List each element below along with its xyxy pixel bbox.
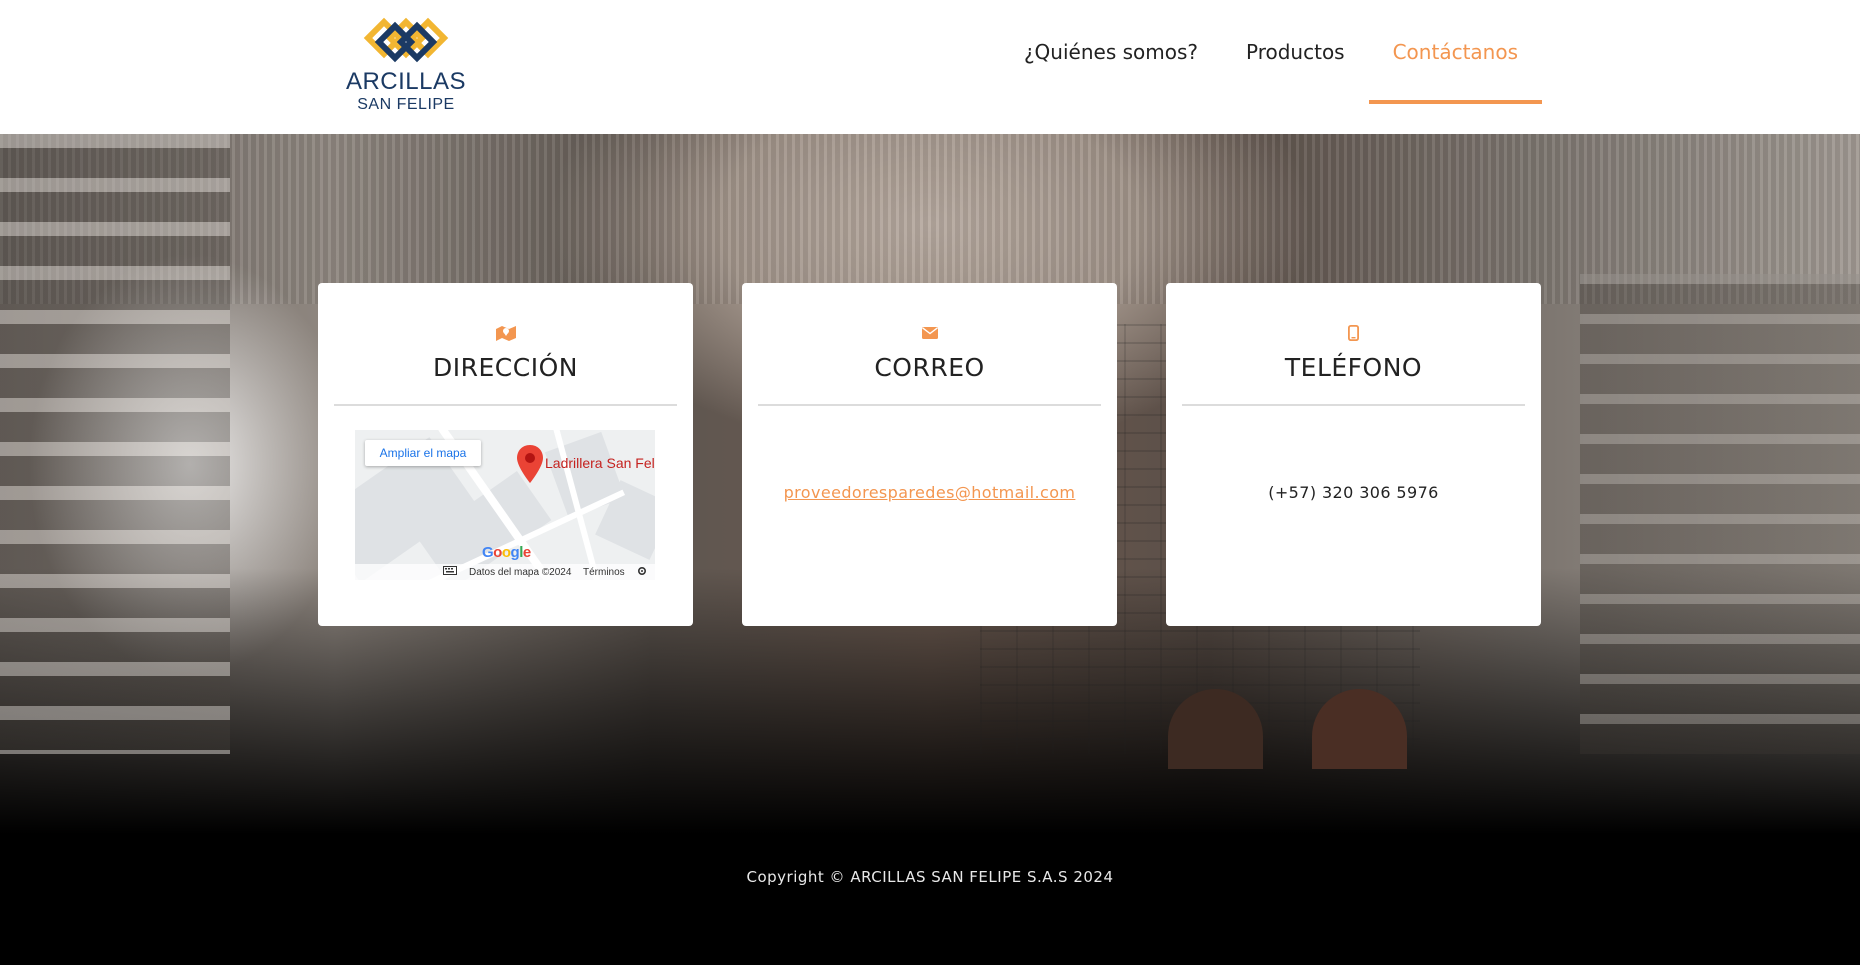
main-nav: ¿Quiénes somos? Productos Contáctanos [1000,0,1543,104]
phone-card: TELÉFONO (+57) 320 306 5976 [1166,283,1541,626]
phone-number: (+57) 320 306 5976 [1268,483,1439,502]
map-attribution-bar: Datos del mapa ©2024 Términos [355,564,655,580]
map-terms-link[interactable]: Términos [583,567,625,578]
logo-diamonds-icon [363,17,449,63]
map-place-label[interactable]: Ladrillera San Feli [545,455,655,471]
footer-copyright: Copyright © ARCILLAS SAN FELIPE S.A.S 20… [746,868,1114,886]
expand-map-button[interactable]: Ampliar el mapa [365,440,481,466]
map-icon [495,326,516,341]
map-data-attribution: Datos del mapa ©2024 [469,566,572,578]
nav-item-contactanos[interactable]: Contáctanos [1368,0,1543,104]
email-link[interactable]: proveedoresparedes@hotmail.com [784,483,1076,502]
keyboard-icon[interactable] [443,566,457,578]
email-card: CORREO proveedoresparedes@hotmail.com [742,283,1117,626]
phone-title: TELÉFONO [1284,353,1423,382]
brick-racks-left [0,134,230,754]
mobile-phone-icon [1348,325,1359,341]
email-content: proveedoresparedes@hotmail.com [742,483,1117,502]
google-logo: Google [482,544,531,561]
brand-name-line1: ARCILLAS [345,68,467,95]
nav-item-productos[interactable]: Productos [1222,0,1369,104]
embedded-map[interactable]: Ampliar el mapa Ladrillera San Feli Goog… [355,430,655,580]
brand-name-line2: SAN FELIPE [357,96,455,113]
gear-icon[interactable] [637,566,647,579]
site-header: ARCILLAS SAN FELIPE ¿Quiénes somos? Prod… [0,0,1860,134]
brand-logo[interactable]: ARCILLAS SAN FELIPE [344,16,468,118]
brick-racks-right [1580,274,1860,754]
map-pin-icon[interactable] [517,445,543,483]
nav-item-quienes-somos[interactable]: ¿Quiénes somos? [1000,0,1222,104]
envelope-icon [921,327,938,339]
address-title: DIRECCIÓN [433,353,578,382]
divider [1182,404,1525,406]
divider [334,404,677,406]
address-card: DIRECCIÓN Ampliar el mapa Ladrillera San… [318,283,693,626]
divider [758,404,1101,406]
email-title: CORREO [874,353,985,382]
